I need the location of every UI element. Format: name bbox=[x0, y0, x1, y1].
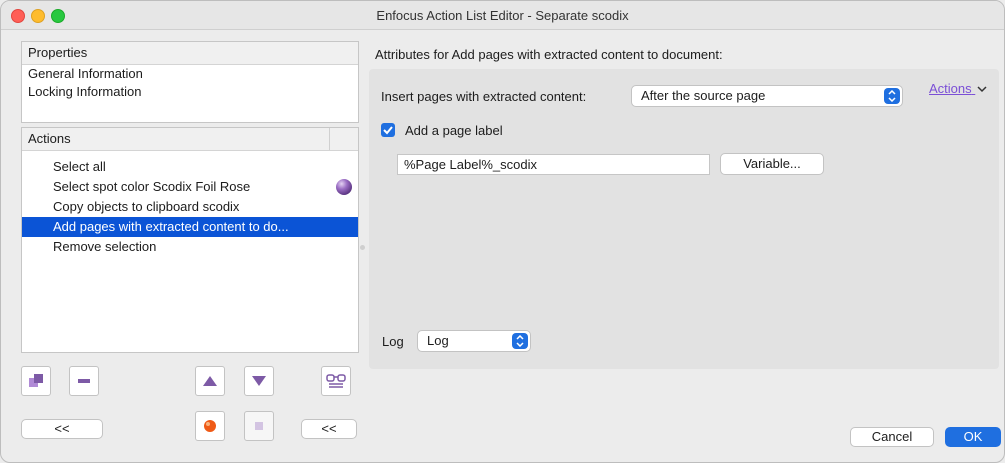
actions-header: Actions bbox=[22, 128, 358, 151]
add-action-icon bbox=[29, 374, 43, 387]
cancel-button[interactable]: Cancel bbox=[850, 427, 934, 447]
page-label-input[interactable]: %Page Label%_scodix bbox=[397, 154, 710, 175]
properties-header: Properties bbox=[22, 42, 358, 65]
triangle-down-icon bbox=[252, 376, 266, 386]
action-item-select-spot-color[interactable]: Select spot color Scodix Foil Rose bbox=[22, 177, 358, 197]
actions-header-label: Actions bbox=[28, 131, 71, 146]
inspect-button[interactable] bbox=[321, 366, 351, 396]
log-value: Log bbox=[427, 333, 449, 348]
properties-item-locking[interactable]: Locking Information bbox=[22, 83, 358, 101]
move-up-button[interactable] bbox=[195, 366, 225, 396]
attributes-title: Attributes for Add pages with extracted … bbox=[375, 47, 723, 62]
action-item-remove-selection[interactable]: Remove selection bbox=[22, 237, 358, 257]
remove-action-button[interactable] bbox=[69, 366, 99, 396]
select-stepper-icon bbox=[884, 88, 900, 104]
chevron-down-icon bbox=[977, 86, 987, 93]
move-down-button[interactable] bbox=[244, 366, 274, 396]
add-action-button[interactable] bbox=[21, 366, 51, 396]
record-button[interactable] bbox=[195, 411, 225, 441]
log-select[interactable]: Log bbox=[417, 330, 531, 352]
ok-button[interactable]: OK bbox=[945, 427, 1001, 447]
actions-list: Select all Select spot color Scodix Foil… bbox=[22, 151, 358, 257]
add-page-label-checkbox[interactable] bbox=[381, 123, 395, 137]
variable-button[interactable]: Variable... bbox=[720, 153, 824, 175]
minus-icon bbox=[78, 379, 90, 383]
actions-menu-link[interactable]: Actions bbox=[929, 81, 987, 96]
spot-color-sphere-icon bbox=[336, 179, 352, 195]
title-bar[interactable]: Enfocus Action List Editor - Separate sc… bbox=[1, 1, 1004, 30]
triangle-up-icon bbox=[203, 376, 217, 386]
record-dot-icon bbox=[204, 420, 216, 432]
actions-panel: Actions Select all Select spot color Sco… bbox=[21, 127, 359, 353]
glasses-icon bbox=[326, 374, 346, 388]
action-item-label: Select spot color Scodix Foil Rose bbox=[53, 179, 251, 194]
stop-button[interactable] bbox=[244, 411, 274, 441]
checkmark-icon bbox=[383, 126, 393, 135]
add-page-label-text: Add a page label bbox=[405, 123, 503, 138]
properties-item-general[interactable]: General Information bbox=[22, 65, 358, 83]
splitter-handle[interactable] bbox=[360, 245, 365, 250]
action-item-add-pages[interactable]: Add pages with extracted content to do..… bbox=[22, 217, 358, 237]
properties-panel: Properties General Information Locking I… bbox=[21, 41, 359, 123]
header-column-divider bbox=[329, 128, 330, 150]
editor-window: Enfocus Action List Editor - Separate sc… bbox=[0, 0, 1005, 463]
action-item-select-all[interactable]: Select all bbox=[22, 157, 358, 177]
action-item-copy-objects[interactable]: Copy objects to clipboard scodix bbox=[22, 197, 358, 217]
log-label: Log bbox=[382, 334, 404, 349]
attributes-panel bbox=[369, 69, 999, 369]
window-title: Enfocus Action List Editor - Separate sc… bbox=[376, 8, 629, 23]
collapse-right-button[interactable]: << bbox=[301, 419, 357, 439]
collapse-left-button[interactable]: << bbox=[21, 419, 103, 439]
insert-position-value: After the source page bbox=[641, 88, 766, 103]
stop-square-icon bbox=[255, 422, 263, 430]
actions-link-label: Actions bbox=[929, 81, 972, 96]
insert-position-select[interactable]: After the source page bbox=[631, 85, 903, 107]
insert-pages-label: Insert pages with extracted content: bbox=[381, 89, 587, 104]
select-stepper-icon bbox=[512, 333, 528, 349]
